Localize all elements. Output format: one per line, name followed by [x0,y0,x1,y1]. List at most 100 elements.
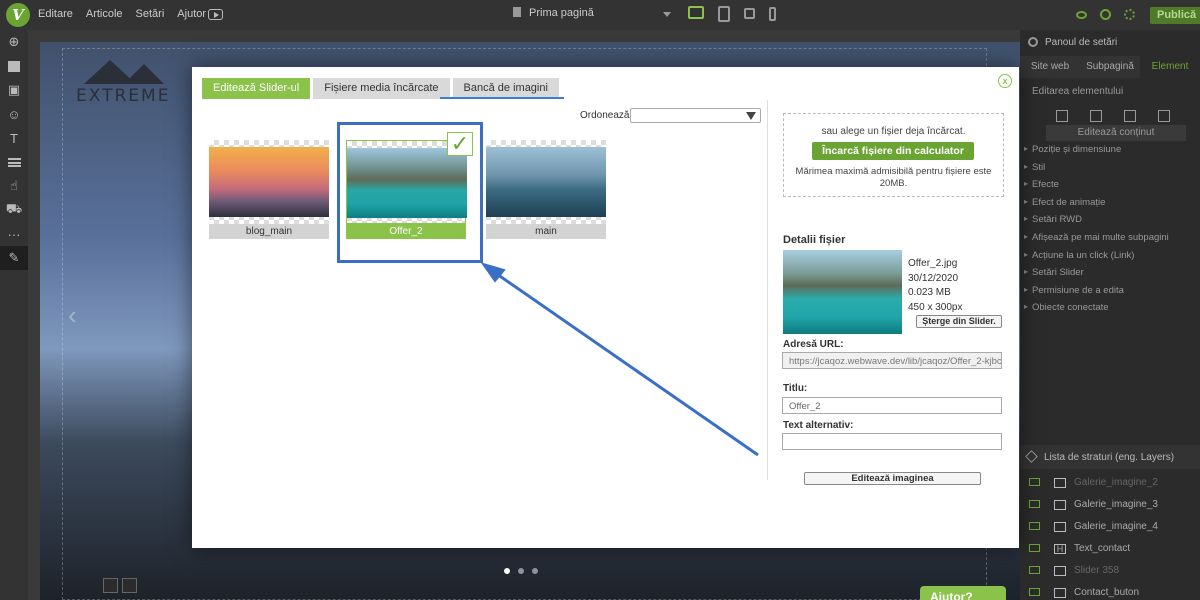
settings-list: Poziție și dimensiune Stil Efecte Efect … [1020,144,1200,320]
slider-dot[interactable] [504,568,510,574]
visibility-icon[interactable] [1029,522,1040,530]
menu-element-icon[interactable] [0,150,28,174]
layer-item[interactable]: Galerie_imagine_3 [1020,494,1200,516]
app-logo[interactable]: V [6,3,30,27]
image-element-icon[interactable]: ▣ [0,78,28,102]
tablet-view-icon[interactable] [718,6,730,22]
tab-edit-slider[interactable]: Editează Slider-ul [202,78,311,99]
download-icon[interactable] [103,578,118,593]
visibility-icon[interactable] [1029,478,1040,486]
chevron-down-icon [746,112,756,120]
site-logo[interactable]: EXTREME [76,60,176,106]
settings-item[interactable]: Stil [1020,162,1200,180]
text-layer-icon: H [1054,544,1066,554]
visibility-icon[interactable] [1029,588,1040,596]
edit-content-button[interactable]: Editează conținut [1046,125,1186,141]
upload-size-note: Mărimea maximă admisibilă pentru fișiere… [795,166,992,189]
image-thumb-blog-main[interactable]: blog_main [209,140,329,240]
desktop-view-icon[interactable] [688,6,704,19]
visibility-icon[interactable] [1029,544,1040,552]
misty-lake-photo [486,147,606,217]
gear-icon[interactable] [1124,9,1135,20]
box-element-icon[interactable] [0,54,28,78]
tab-subpagina[interactable]: Subpagină [1080,56,1140,78]
video-tutorial-icon[interactable] [208,9,223,20]
layer-label: Galerie_imagine_4 [1074,521,1158,532]
layer-label: Galerie_imagine_3 [1074,499,1158,510]
close-icon[interactable]: x [998,74,1012,88]
page-selector[interactable]: Prima pagină [513,7,673,24]
help-button[interactable]: Ajutor? [920,586,1006,600]
trash-icon[interactable] [1158,110,1170,122]
settings-item[interactable]: Setări RWD [1020,214,1200,232]
preview-eye-icon[interactable] [1076,11,1087,19]
file-dimensions: 450 x 300px [908,301,963,313]
file-details-title: Detalii fișier [783,234,846,246]
settings-item[interactable]: Permisiune de a edita [1020,285,1200,303]
layer-item[interactable]: Galerie_imagine_2 [1020,472,1200,494]
tablet-landscape-view-icon[interactable] [744,8,755,19]
layers-title: Lista de straturi (eng. Layers) [1044,452,1175,463]
upload-from-computer-button[interactable]: Încarcă fișiere din calculator [812,142,974,160]
phone-view-icon[interactable] [769,7,776,21]
slider-dot[interactable] [518,568,524,574]
gear-icon [1028,37,1038,47]
file-date: 30/12/2020 [908,272,959,284]
layers-icon [1025,450,1038,463]
settings-item[interactable]: Acțiune la un click (Link) [1020,250,1200,268]
layer-label: Contact_buton [1074,587,1140,598]
settings-panel-title: Panoul de setări [1020,30,1200,54]
text-element-icon[interactable]: T [0,126,28,150]
add-element-icon[interactable]: ⊕ [0,30,28,54]
layers-back-icon[interactable] [1090,110,1102,122]
publish-button[interactable]: Publică [1150,7,1200,24]
menu-item-ajutor[interactable]: Ajutor [177,8,206,20]
menu-item-editare[interactable]: Editare [38,8,73,20]
button-element-icon[interactable]: ☝ [0,174,28,198]
circle-settings-icon[interactable] [1100,9,1111,20]
layers-front-icon[interactable] [1056,110,1068,122]
tab-uploaded-media[interactable]: Fișiere media încărcate [313,78,450,99]
slider-dot[interactable] [532,568,538,574]
visibility-icon[interactable] [1029,500,1040,508]
thumb-label: main [486,224,606,239]
settings-mini-icon[interactable] [122,578,137,593]
chevron-down-icon [663,12,671,17]
url-label: Adresă URL: [783,339,844,350]
copy-icon[interactable] [1124,110,1136,122]
menu-item-setari[interactable]: Setări [136,8,165,20]
ruler-horizontal [28,30,1020,42]
upload-area[interactable]: sau alege un fișier deja încărcat. Încar… [783,113,1004,197]
layer-item[interactable]: Slider 358 [1020,560,1200,582]
widget-element-icon[interactable]: ✎ [0,246,28,270]
remove-from-slider-button[interactable]: Șterge din Slider. [916,315,1002,328]
layer-item[interactable]: Contact_buton [1020,582,1200,600]
slider-prev-arrow[interactable]: ‹ [68,300,77,331]
selection-highlight [337,122,483,263]
image-layer-icon [1054,500,1066,510]
alt-text-field[interactable] [782,433,1002,450]
url-field[interactable]: https://jcaqoz.webwave.dev/lib/jcaqoz/Of… [782,352,1002,369]
image-thumb-main[interactable]: main [486,140,606,240]
tab-element[interactable]: Element [1140,56,1200,78]
emoji-element-icon[interactable]: ☺ [0,102,28,126]
cart-element-icon[interactable]: ⛟ [0,198,28,222]
tab-site-web[interactable]: Site web [1020,56,1080,78]
tab-image-bank[interactable]: Bancă de imagini [452,78,559,99]
edit-image-button[interactable]: Editează imaginea [804,472,981,485]
settings-item[interactable]: Setări Slider [1020,267,1200,285]
visibility-icon[interactable] [1029,566,1040,574]
settings-item[interactable]: Afișează pe mai multe subpagini [1020,232,1200,250]
more-elements-icon[interactable]: ··· [0,222,28,246]
sort-dropdown[interactable] [630,108,761,123]
layer-item[interactable]: Galerie_imagine_4 [1020,516,1200,538]
settings-item[interactable]: Obiecte conectate [1020,302,1200,320]
layer-item[interactable]: H Text_contact [1020,538,1200,560]
settings-item[interactable]: Efecte [1020,179,1200,197]
title-field[interactable]: Offer_2 [782,397,1002,414]
settings-item[interactable]: Efect de animație [1020,197,1200,215]
tab-highlight-underline [440,97,564,99]
settings-item[interactable]: Poziție și dimensiune [1020,144,1200,162]
layers-header[interactable]: Lista de straturi (eng. Layers) [1020,445,1200,469]
menu-item-articole[interactable]: Articole [86,8,123,20]
